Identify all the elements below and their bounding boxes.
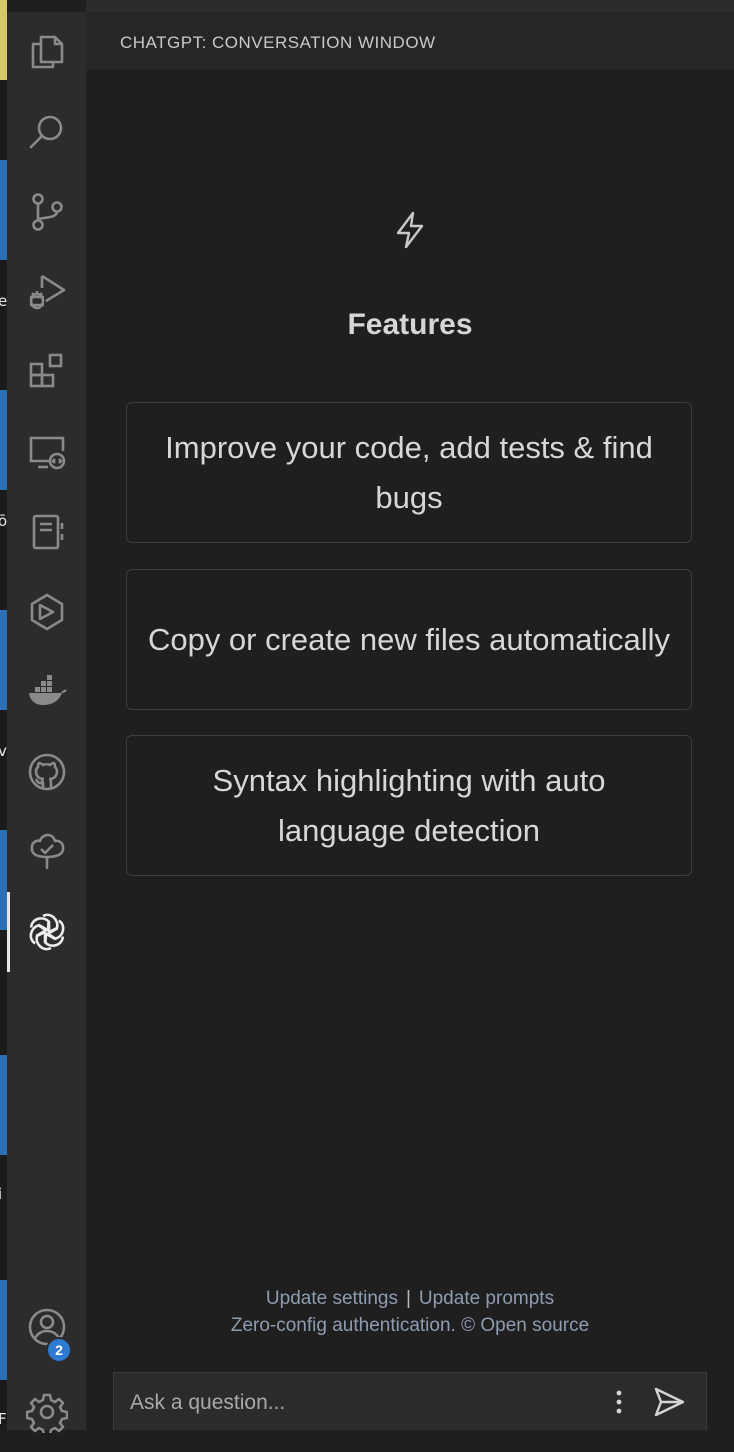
github-icon [28,753,65,791]
activity-bar: 2 [7,12,86,1433]
activity-run-debug[interactable] [7,252,86,332]
notebook-icon [32,514,63,550]
auth-text: Zero-config authentication. © Open sourc… [230,1315,590,1336]
activity-remote-explorer[interactable] [7,412,86,492]
more-options-icon[interactable] [608,1387,630,1417]
gear-icon [25,1393,68,1433]
remote-explorer-icon [29,436,65,470]
desktop-edge: e ō v i F [0,0,7,1430]
feature-card: Improve your code, add tests & find bugs [126,402,692,543]
send-icon[interactable] [652,1385,686,1419]
feature-card: Syntax highlighting with auto language d… [126,735,692,876]
extensions-icon [29,353,62,388]
files-icon [31,35,63,69]
feature-card: Copy or create new files automatically [126,569,692,710]
activity-source-control[interactable] [7,172,86,252]
activity-tree-check[interactable] [7,812,86,892]
activity-settings[interactable] [7,1372,86,1452]
source-control-icon [31,193,63,231]
docker-icon [28,675,67,705]
activity-search[interactable] [7,92,86,172]
feature-text: Copy or create new files automatically [147,621,671,657]
activity-files[interactable] [7,12,86,92]
feature-text: Syntax highlighting with auto language d… [212,762,606,848]
run-debug-icon [29,274,65,310]
feature-text: Improve your code, add tests & find bugs [165,429,653,515]
link-separator: | [405,1288,411,1309]
question-input[interactable] [128,1373,592,1433]
activity-notebook[interactable] [7,492,86,572]
footer-links: Update settings | Update prompts Zero-conf… [86,1285,734,1339]
panel-title: CHATGPT: CONVERSATION WINDOW [120,33,436,52]
activity-chatgpt[interactable] [7,892,86,972]
conversation-panel: Features Improve your code, add tests & … [86,70,734,1433]
window-top-edge [86,0,734,12]
accounts-badge: 2 [46,1337,72,1363]
tree-check-icon [30,833,64,869]
activity-docker[interactable] [7,652,86,732]
activity-cube[interactable] [7,572,86,652]
lightning-icon [396,211,424,249]
panel-header: CHATGPT: CONVERSATION WINDOW [86,12,734,70]
openai-icon [29,913,64,951]
question-input-bar [113,1372,707,1433]
activity-extensions[interactable] [7,332,86,412]
update-prompts-link[interactable]: Update prompts [419,1288,554,1309]
cube-icon [30,593,63,631]
activity-github[interactable] [7,732,86,812]
search-icon [29,115,62,149]
activity-accounts[interactable]: 2 [7,1287,86,1367]
features-title: Features [347,308,473,341]
update-settings-link[interactable]: Update settings [266,1288,398,1309]
